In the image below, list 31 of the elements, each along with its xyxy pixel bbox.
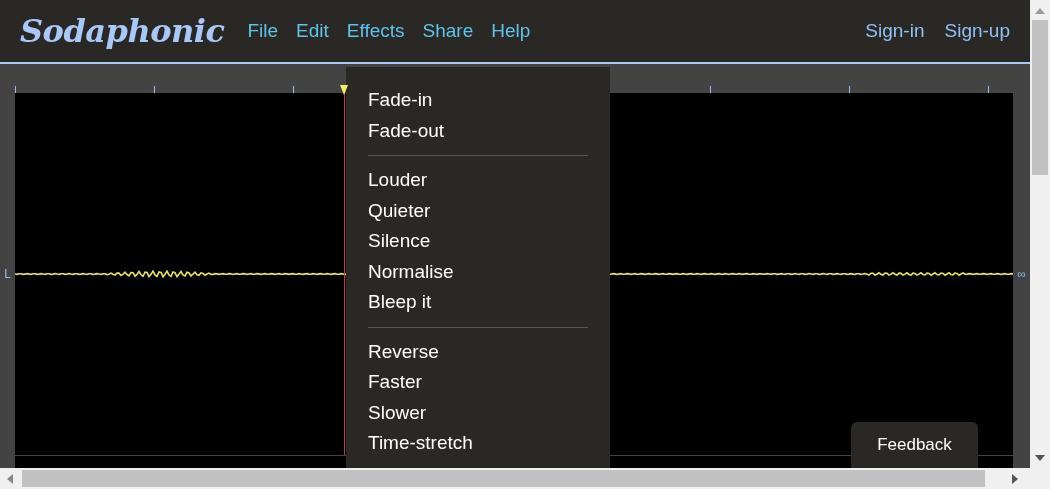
channel-label: L	[4, 266, 11, 283]
menu-item[interactable]: Edit	[287, 16, 338, 46]
menu-item[interactable]: File	[238, 16, 288, 46]
menu-option[interactable]: Quieter	[368, 195, 431, 226]
menu-option[interactable]: Normalise	[368, 256, 454, 287]
menu-option[interactable]: Fade-in	[368, 85, 433, 116]
zoom-label: ∞	[1017, 266, 1026, 283]
menu-item[interactable]: Share	[413, 16, 483, 46]
scrollbar-thumb[interactable]	[1032, 20, 1048, 175]
menu-option[interactable]: Fade-out	[368, 115, 445, 146]
scrollbar-thumb[interactable]	[22, 470, 985, 487]
feedback-button[interactable]: Feedback	[851, 422, 978, 468]
menu-option[interactable]: Faster	[368, 367, 422, 398]
menu-option[interactable]: Reverse	[368, 336, 439, 367]
menu-option[interactable]: Silence	[368, 226, 431, 257]
playhead-marker-icon[interactable]	[340, 85, 348, 95]
scroll-up-icon[interactable]	[1035, 8, 1045, 14]
scroll-down-icon[interactable]	[1035, 455, 1045, 461]
menu-option[interactable]: Louder	[368, 165, 428, 196]
menu-item[interactable]: Help	[482, 16, 540, 46]
menu-option[interactable]: Time-stretch	[368, 428, 473, 459]
menu-item[interactable]: Effects	[337, 16, 414, 46]
scroll-left-icon[interactable]	[7, 473, 15, 484]
vertical-scrollbar[interactable]	[1030, 0, 1050, 489]
app-logo: Sodaphonic	[20, 11, 225, 52]
scroll-right-icon[interactable]	[1012, 473, 1020, 484]
menu-option[interactable]: Bleep it	[368, 287, 432, 318]
account-link[interactable]: Sign-up	[924, 16, 1010, 46]
horizontal-scrollbar[interactable]	[0, 468, 1030, 489]
menu-option[interactable]: Slower	[368, 397, 427, 428]
account-link[interactable]: Sign-in	[845, 16, 925, 46]
